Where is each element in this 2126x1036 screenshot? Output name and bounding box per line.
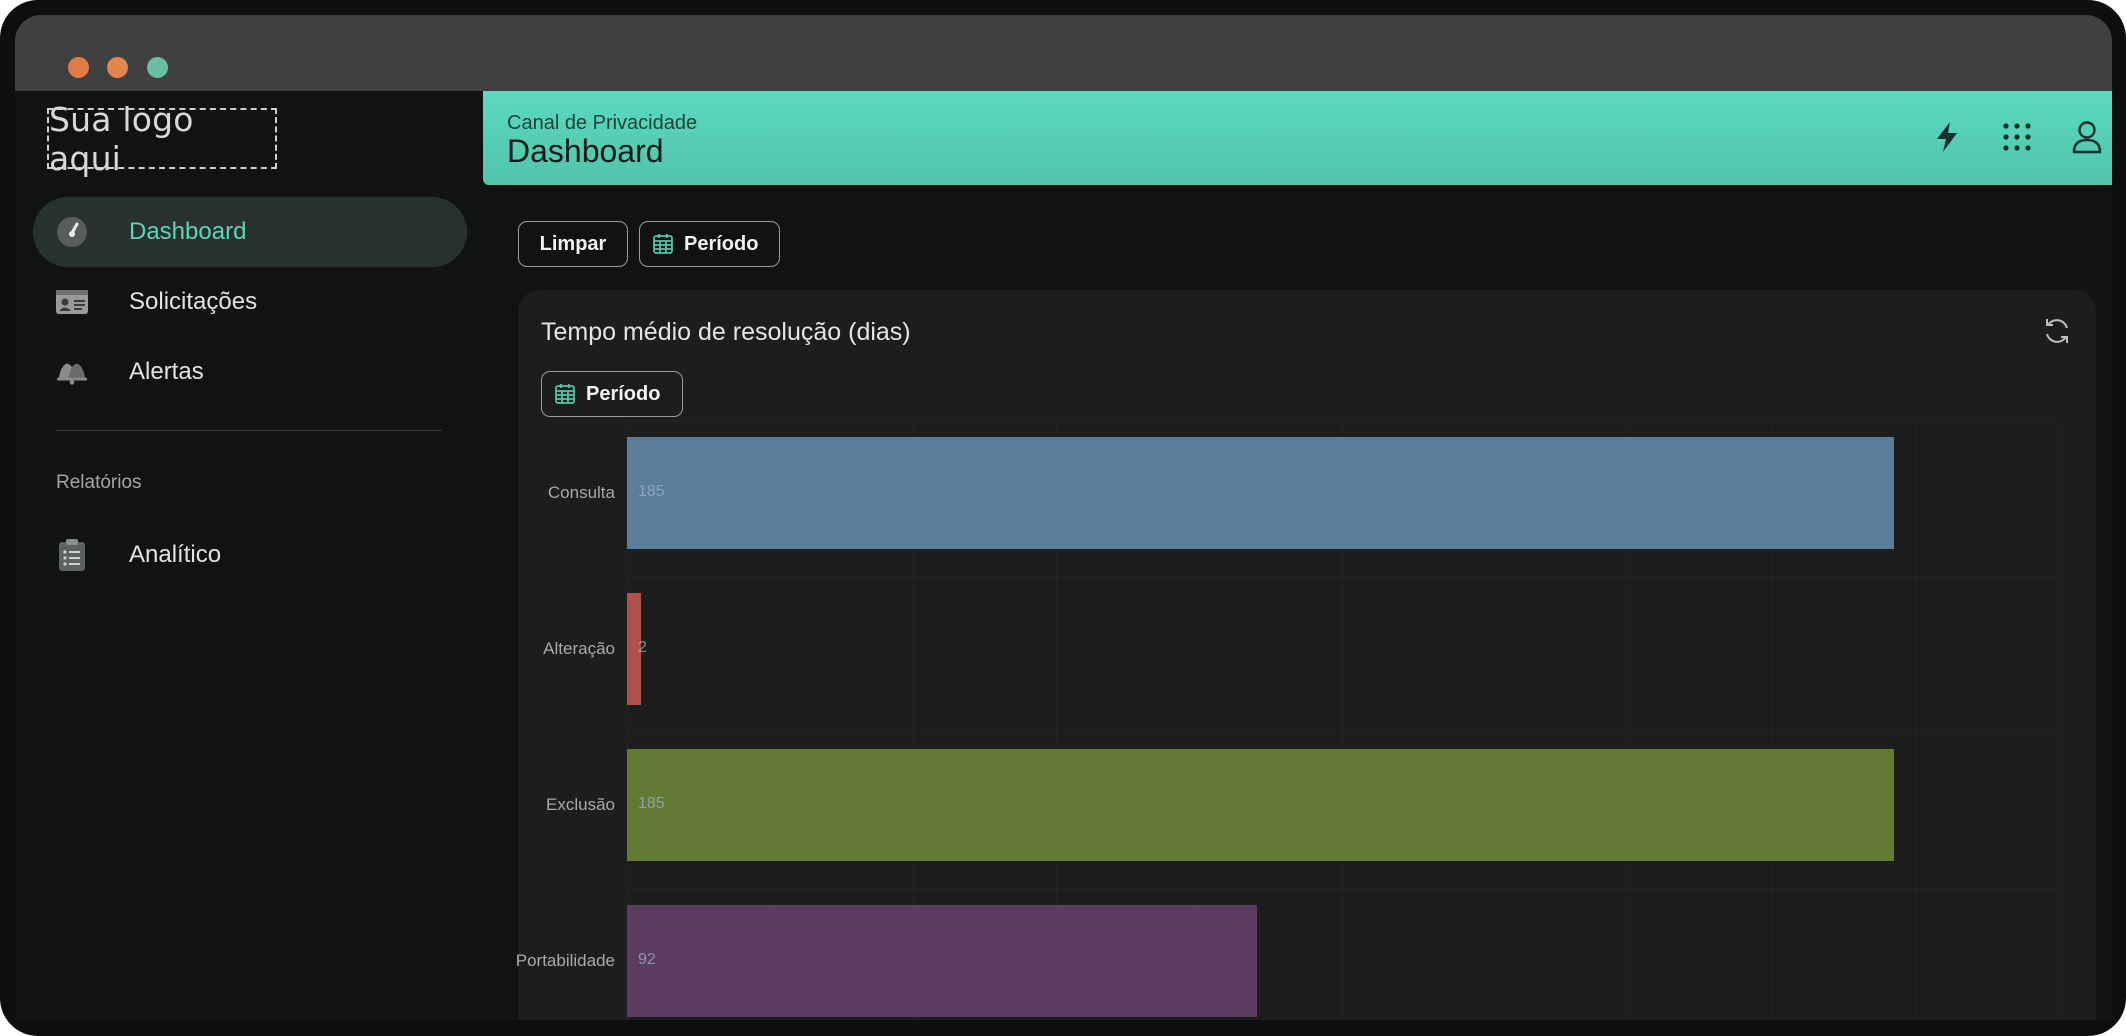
- chart-bar[interactable]: [627, 905, 1258, 1017]
- sidebar-section-label: Relatórios: [56, 472, 142, 493]
- sidebar-item-label: Analítico: [129, 541, 222, 568]
- period-button-label: Período: [684, 232, 759, 255]
- page-title: Dashboard: [507, 133, 664, 169]
- sidebar-item-label: Solicitações: [129, 288, 258, 315]
- bar-chart: Consulta 185 Alteração 2 Exclusão 185 Portabil…: [516, 410, 2096, 1020]
- clipboard-icon: [55, 538, 89, 572]
- period-button[interactable]: Período: [639, 221, 780, 267]
- chart-value-label: 2: [638, 639, 647, 656]
- chart-bar[interactable]: [627, 749, 1894, 861]
- minimize-window-dot[interactable]: [107, 57, 128, 78]
- chart-bar[interactable]: [627, 437, 1894, 549]
- page-header: Canal de Privacidade Dashboard: [483, 91, 2112, 185]
- sidebar: Sua logo aqui Dashboard Solicitações Ale…: [15, 91, 483, 1020]
- sidebar-item-analitico[interactable]: Analítico: [33, 520, 467, 590]
- app-window: Sua logo aqui Dashboard Solicitações Ale…: [0, 0, 2126, 1036]
- card-period-button-label: Período: [586, 382, 661, 405]
- app-content: Sua logo aqui Dashboard Solicitações Ale…: [15, 91, 2112, 1020]
- calendar-icon: [652, 233, 674, 255]
- sidebar-item-alertas[interactable]: Alertas: [33, 337, 467, 407]
- chart-value-label: 92: [638, 951, 656, 968]
- resolution-time-card: Tempo médio de resolução (dias) Período …: [516, 290, 2096, 1020]
- chart-category-label: Exclusão: [546, 795, 615, 814]
- logo-placeholder: Sua logo aqui: [47, 100, 277, 178]
- chart-category-label: Portabilidade: [515, 951, 615, 970]
- title-bar: [15, 15, 2112, 91]
- clear-button[interactable]: Limpar: [518, 221, 628, 267]
- close-window-dot[interactable]: [68, 57, 89, 78]
- chart-value-label: 185: [638, 795, 665, 812]
- user-icon[interactable]: [2067, 117, 2107, 157]
- maximize-window-dot[interactable]: [147, 57, 168, 78]
- sidebar-divider: [56, 430, 442, 431]
- sidebar-item-solicitacoes[interactable]: Solicitações: [33, 267, 467, 337]
- speedometer-icon: [55, 215, 89, 249]
- chart-category-label: Consulta: [547, 483, 615, 502]
- chart-category-label: Alteração: [543, 639, 615, 658]
- breadcrumb: Canal de Privacidade: [507, 112, 698, 134]
- chart-value-label: 185: [638, 483, 665, 500]
- refresh-icon[interactable]: [2040, 314, 2074, 348]
- apps-grid-icon[interactable]: [1997, 117, 2037, 157]
- lightning-icon[interactable]: [1927, 117, 1967, 157]
- sidebar-item-dashboard[interactable]: Dashboard: [33, 197, 467, 267]
- id-card-icon: [55, 285, 89, 319]
- bell-icon: [55, 355, 89, 389]
- calendar-icon: [554, 383, 576, 405]
- sidebar-item-label: Alertas: [129, 358, 204, 385]
- card-title: Tempo médio de resolução (dias): [541, 318, 911, 346]
- sidebar-item-label: Dashboard: [129, 218, 247, 245]
